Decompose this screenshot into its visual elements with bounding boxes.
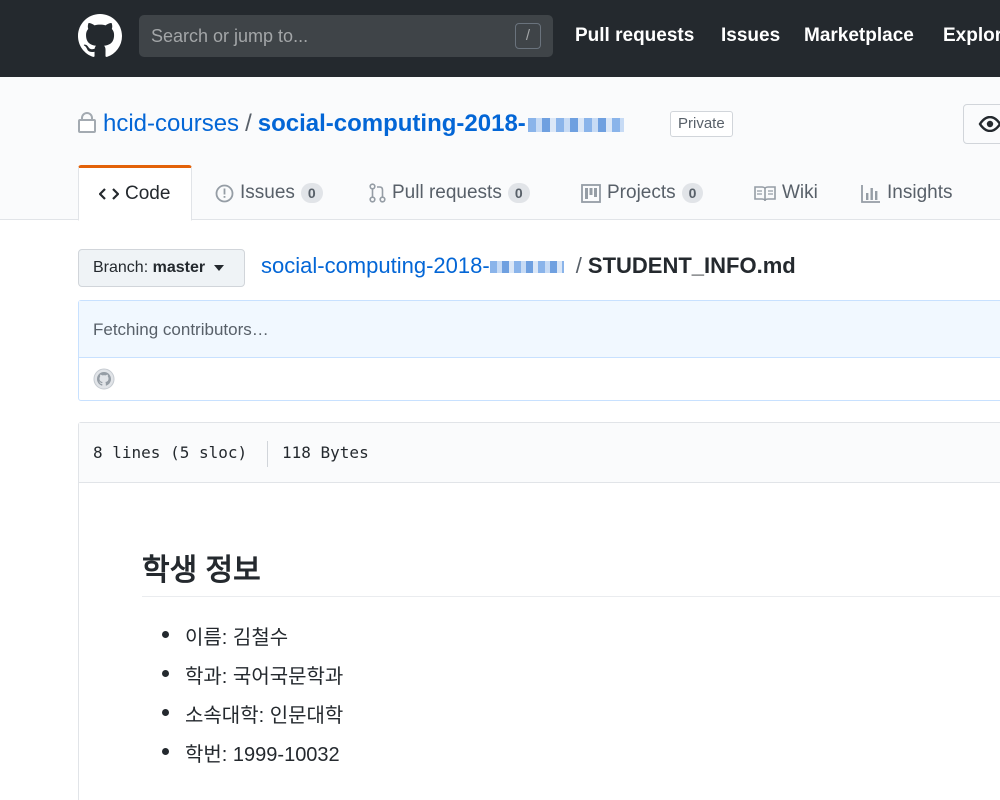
code-icon	[99, 187, 119, 201]
markdown-list: 이름: 김철수 학과: 국어국문학과 소속대학: 인문대학 학번: 1999-1…	[142, 621, 343, 777]
nav-issues[interactable]: Issues	[721, 25, 780, 47]
slash-shortcut-key: /	[515, 23, 541, 49]
redacted-text	[489, 261, 564, 274]
tab-label: Pull requests	[392, 182, 502, 203]
file-size: 118 Bytes	[282, 443, 369, 462]
heading-divider	[142, 596, 1000, 597]
repo-header: hcid-courses / social-computing-2018- Priv…	[0, 77, 1000, 221]
pull-requests-counter: 0	[507, 183, 530, 203]
graph-icon	[861, 184, 881, 203]
tab-label: Code	[125, 183, 171, 204]
tab-label: Issues	[240, 182, 295, 203]
issue-icon	[215, 184, 234, 203]
file-header: 8 lines (5 sloc) 118 Bytes	[79, 423, 1000, 483]
tab-issues[interactable]: Issues 0	[215, 165, 323, 221]
search-input[interactable]	[139, 15, 553, 57]
project-icon	[581, 183, 601, 203]
markdown-heading: 학생 정보	[142, 554, 261, 587]
list-item: 학번: 1999-10032	[142, 738, 343, 777]
file-info-divider	[267, 441, 268, 467]
tab-label: Projects	[607, 182, 676, 203]
lock-icon	[78, 112, 96, 133]
tab-code[interactable]: Code	[78, 165, 192, 221]
tab-projects[interactable]: Projects 0	[581, 165, 704, 221]
contributors-status: Fetching contributors…	[79, 301, 1000, 358]
private-badge: Private	[670, 111, 733, 137]
tab-pull-requests[interactable]: Pull requests 0	[369, 165, 530, 221]
redacted-text	[527, 117, 624, 132]
tab-insights[interactable]: Insights	[861, 165, 952, 221]
breadcrumb: social-computing-2018- / STUDENT_INFO.md	[261, 253, 796, 279]
github-logo-icon[interactable]	[78, 14, 122, 58]
contributor-avatar-icon[interactable]	[93, 368, 115, 390]
projects-counter: 0	[681, 183, 704, 203]
eye-icon	[978, 116, 1000, 132]
nav-marketplace[interactable]: Marketplace	[804, 25, 914, 47]
repo-name-text: social-computing-2018-	[257, 110, 526, 137]
file-name: STUDENT_INFO.md	[587, 253, 796, 278]
branch-name: master	[152, 259, 206, 276]
global-header: / Pull requests Issues Marketplace Explo…	[0, 0, 1000, 77]
breadcrumb-repo-text: social-computing-2018-	[261, 253, 490, 278]
list-item: 이름: 김철수	[142, 621, 343, 660]
tab-label: Wiki	[782, 182, 818, 203]
branch-select-button[interactable]: Branch: master	[78, 249, 245, 287]
pull-request-icon	[369, 183, 386, 203]
breadcrumb-repo-link[interactable]: social-computing-2018-	[261, 253, 564, 278]
branch-prefix: Branch:	[93, 259, 149, 276]
search-box[interactable]	[139, 15, 553, 57]
list-item: 소속대학: 인문대학	[142, 699, 343, 738]
tab-label: Insights	[887, 182, 953, 203]
repo-title: hcid-courses / social-computing-2018-	[103, 110, 624, 138]
file-box: 8 lines (5 sloc) 118 Bytes 학생 정보 이름: 김철수…	[78, 422, 1000, 800]
repo-owner-link[interactable]: hcid-courses	[103, 110, 239, 137]
nav-pull-requests[interactable]: Pull requests	[575, 25, 694, 47]
path-separator: /	[245, 110, 252, 137]
watch-button[interactable]	[963, 104, 1000, 144]
repo-name-link[interactable]: social-computing-2018-	[258, 110, 624, 137]
nav-explore[interactable]: Explore	[943, 25, 1000, 47]
list-item: 학과: 국어국문학과	[142, 660, 343, 699]
tab-wiki[interactable]: Wiki	[754, 165, 818, 221]
issues-counter: 0	[300, 183, 323, 203]
book-icon	[754, 185, 776, 202]
file-line-count: 8 lines (5 sloc)	[93, 443, 248, 462]
path-separator: /	[575, 253, 582, 278]
caret-down-icon	[213, 264, 224, 271]
contributors-box: Fetching contributors…	[78, 300, 1000, 401]
